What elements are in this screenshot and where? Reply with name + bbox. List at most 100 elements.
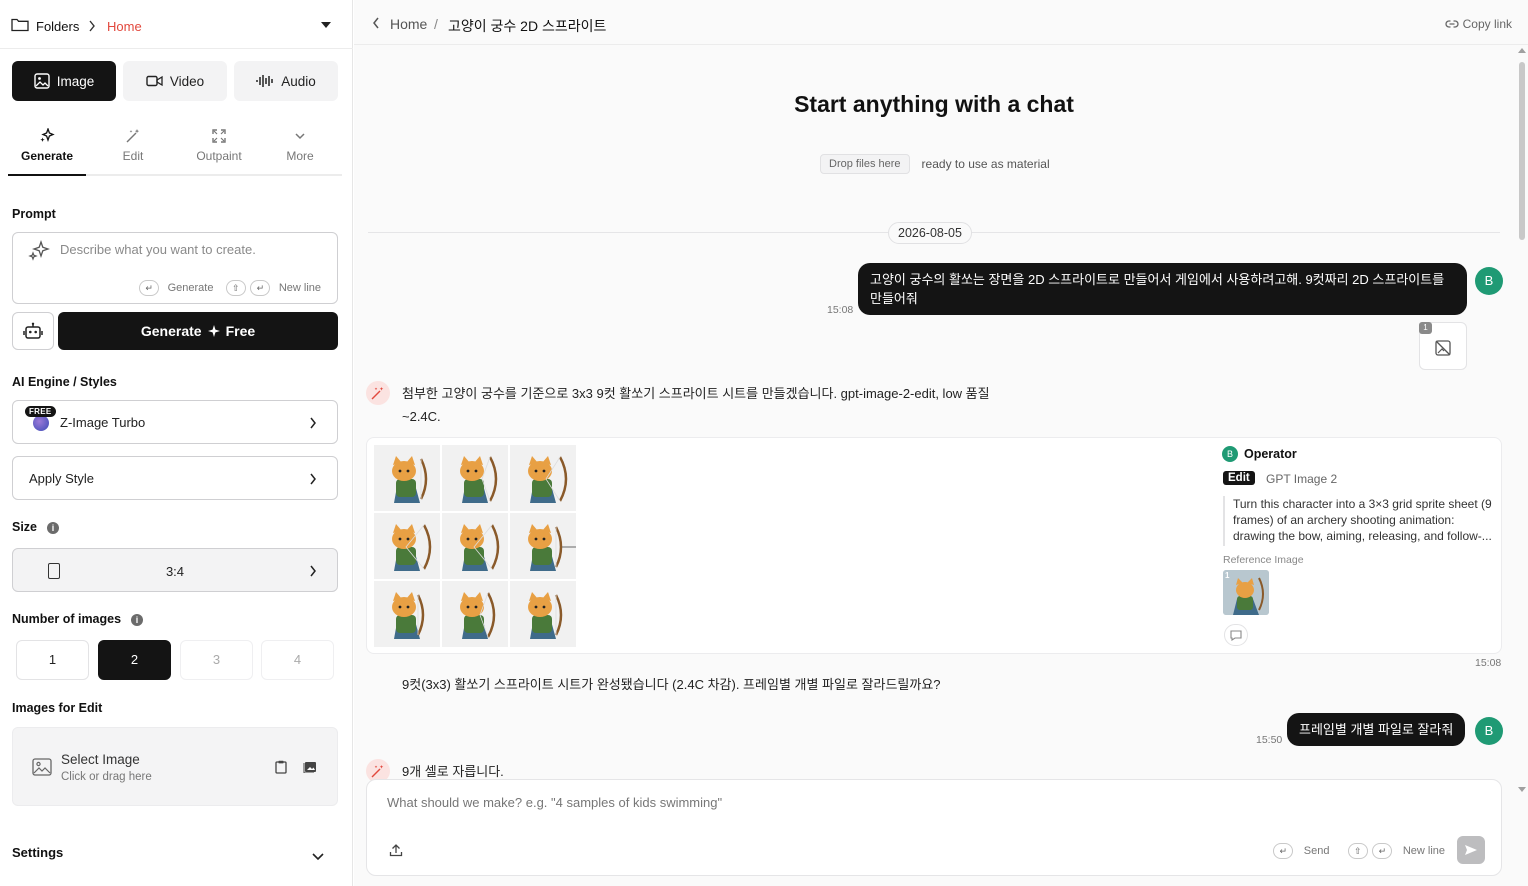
tab-image[interactable]: Image	[12, 61, 116, 101]
sprite-frame	[442, 581, 508, 647]
tab-outpaint[interactable]: Outpaint	[184, 128, 254, 163]
chat-scrollbar[interactable]	[1517, 48, 1527, 792]
tab-generate[interactable]: Generate	[12, 128, 82, 163]
prompt-input[interactable]: Describe what you want to create. ↵ Gene…	[12, 232, 338, 304]
free-badge: FREE	[25, 406, 56, 417]
chevron-right-icon	[88, 19, 96, 37]
scroll-down-arrow-icon[interactable]	[1518, 787, 1526, 792]
tab-audio[interactable]: Audio	[234, 61, 338, 101]
image-dropzone[interactable]: Select Image Click or drag here	[12, 727, 338, 806]
sprite-sheet-image[interactable]	[374, 445, 577, 647]
image-icon	[32, 757, 52, 782]
sparkle-icon	[207, 325, 220, 337]
copy-link-button[interactable]: Copy link	[1445, 17, 1512, 31]
breadcrumb-home[interactable]: Home	[390, 16, 427, 32]
chevron-right-icon	[309, 565, 317, 580]
num-option-4[interactable]: 4	[261, 640, 334, 680]
send-button[interactable]	[1457, 836, 1485, 864]
tab-more[interactable]: More	[265, 128, 335, 163]
top-bar: Home / 고양이 궁수 2D 스프라이트 Copy link	[354, 0, 1528, 45]
assistant-message: 9컷(3x3) 활쏘기 스프라이트 시트가 완성됐습니다 (2.4C 차감). …	[402, 677, 941, 692]
engine-name: Z-Image Turbo	[60, 415, 146, 430]
info-icon[interactable]: i	[131, 614, 144, 626]
shift-key-icon: ⇧	[225, 279, 246, 296]
tab-generate-label: Generate	[20, 149, 74, 163]
robot-icon	[23, 322, 43, 339]
assistant-message: 첨부한 고양이 궁수를 기준으로 3x3 9컷 활쏘기 스프라이트 시트를 만들…	[402, 382, 990, 428]
upload-icon[interactable]	[389, 843, 403, 862]
num-images-label: Number of images	[12, 612, 122, 626]
hint-newline: New line	[1402, 844, 1445, 857]
folder-icon	[11, 17, 29, 37]
settings-label: Settings	[12, 845, 64, 860]
folder-bar[interactable]: Folders Home	[0, 0, 353, 49]
generate-cost: Free	[225, 323, 256, 339]
broken-image-icon	[1435, 340, 1451, 356]
info-icon[interactable]: i	[47, 522, 60, 534]
reference-image-label: Reference Image	[1223, 554, 1304, 566]
sprite-frame	[374, 581, 440, 647]
sprite-frame	[510, 581, 576, 647]
operator-panel: B Operator Edit GPT Image 2 Turn this ch…	[1219, 442, 1501, 652]
folders-label[interactable]: Folders	[36, 19, 79, 34]
video-icon	[146, 75, 163, 87]
date-badge: 2026-08-05	[888, 222, 972, 244]
user-message-line: 고양이 궁수의 활쏘는 장면을 2D 스프라이트로 만들어서 게임에서 사용하려…	[870, 272, 1445, 287]
tab-edit[interactable]: Edit	[98, 128, 168, 163]
drop-files-pill[interactable]: Drop files here	[820, 154, 910, 174]
scroll-up-arrow-icon[interactable]	[1518, 48, 1526, 53]
send-icon	[1465, 845, 1477, 855]
shift-key-icon: ⇧	[1347, 842, 1368, 859]
image-icon	[34, 73, 50, 89]
caret-down-icon[interactable]	[321, 22, 331, 28]
tab-outpaint-label: Outpaint	[196, 149, 242, 163]
drop-hint: Drop files here ready to use as material	[820, 154, 1050, 174]
assistant-message-line: 첨부한 고양이 궁수를 기준으로 3x3 9컷 활쏘기 스프라이트 시트를 만들…	[402, 386, 990, 401]
assistant-bot-button[interactable]	[12, 312, 54, 350]
sprite-frame	[510, 513, 576, 579]
composer-hints: ↵ Send ⇧ ↵ New line	[1273, 842, 1445, 860]
sprite-frame	[374, 513, 440, 579]
size-label: Size	[12, 520, 38, 534]
settings-toggle[interactable]: Settings	[12, 845, 328, 861]
operation-tag: Edit	[1223, 471, 1255, 485]
size-select[interactable]: 3:4	[12, 548, 338, 592]
reference-image-thumbnail[interactable]: 1	[1223, 570, 1269, 615]
images-for-edit-label: Images for Edit	[12, 701, 103, 715]
chat-composer[interactable]: What should we make? e.g. "4 samples of …	[366, 779, 1502, 876]
chat-panel: Home / 고양이 궁수 2D 스프라이트 Copy link Start a…	[354, 0, 1528, 886]
enter-key-icon: ↵	[1273, 842, 1294, 859]
num-option-3[interactable]: 3	[180, 640, 253, 680]
gallery-icon[interactable]	[303, 760, 317, 778]
link-icon	[1445, 20, 1459, 28]
size-label-row: Size i	[12, 520, 60, 534]
apply-style-select[interactable]: Apply Style	[12, 456, 338, 500]
clipboard-icon[interactable]	[275, 760, 287, 779]
tab-image-label: Image	[56, 73, 95, 89]
chevron-right-icon	[309, 417, 317, 432]
sparkles-icon	[28, 240, 50, 267]
generate-button[interactable]: Generate Free	[58, 312, 338, 350]
composer-placeholder: What should we make? e.g. "4 samples of …	[387, 795, 723, 810]
engine-logo-icon	[33, 415, 49, 431]
assistant-icon	[366, 381, 390, 405]
sprite-frame	[442, 513, 508, 579]
current-folder[interactable]: Home	[107, 19, 142, 34]
num-option-2[interactable]: 2	[98, 640, 171, 680]
tab-edit-label: Edit	[122, 149, 144, 163]
model-name: GPT Image 2	[1266, 472, 1338, 486]
scrollbar-thumb[interactable]	[1519, 62, 1525, 240]
select-image-title: Select Image	[61, 752, 140, 767]
num-option-1[interactable]: 1	[16, 640, 89, 680]
message-time: 15:08	[827, 304, 854, 316]
assistant-message-line: ~2.4C.	[402, 409, 441, 424]
attachment-thumbnail[interactable]: 1	[1419, 322, 1467, 370]
chevron-right-icon	[309, 473, 317, 488]
magic-wand-icon	[126, 129, 140, 143]
comment-button[interactable]	[1224, 624, 1248, 646]
hint-send: Send	[1303, 844, 1330, 857]
back-chevron-icon[interactable]	[372, 16, 380, 34]
prompt-label: Prompt	[12, 207, 56, 221]
tab-video[interactable]: Video	[123, 61, 227, 101]
engine-select[interactable]: FREE Z-Image Turbo	[12, 400, 338, 444]
